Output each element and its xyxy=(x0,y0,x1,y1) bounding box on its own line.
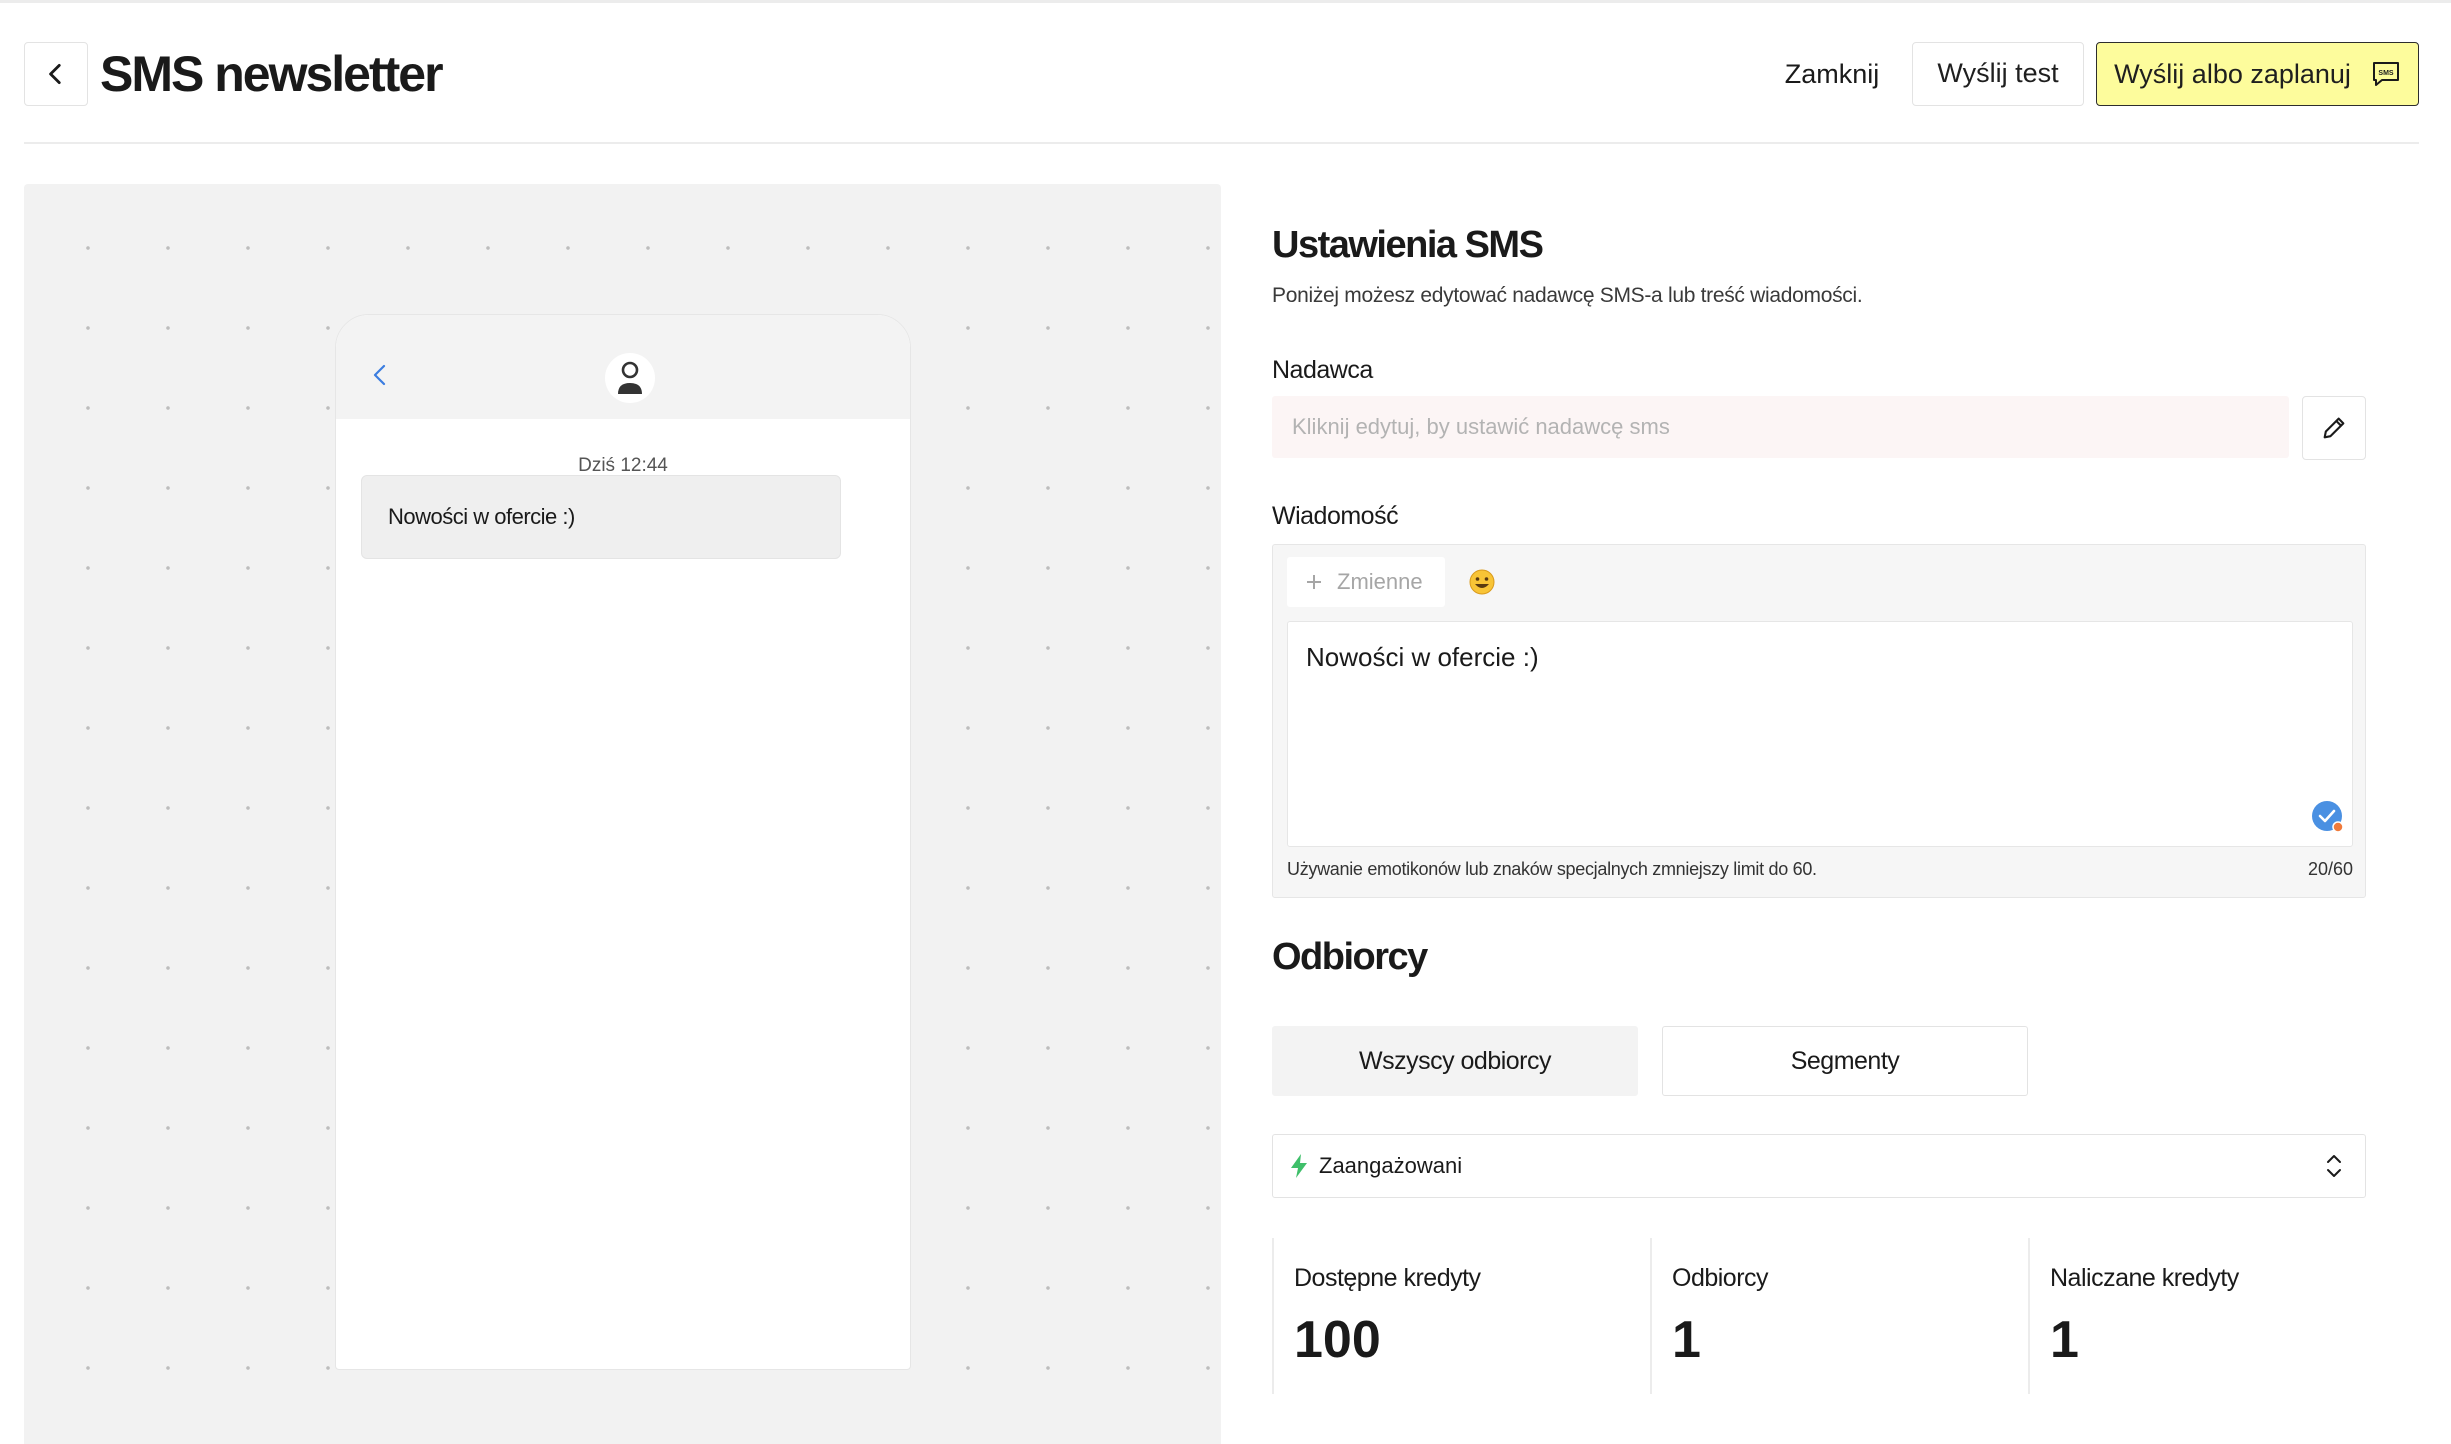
send-or-schedule-label: Wyślij albo zaplanuj xyxy=(2114,58,2351,89)
user-icon xyxy=(618,361,642,394)
sms-chat-icon: SMS xyxy=(2372,62,2399,86)
character-limit-hint: Używanie emotikonów lub znaków specjalny… xyxy=(1287,859,1817,879)
message-label: Wiadomość xyxy=(1272,502,1399,530)
stat-value: 100 xyxy=(1294,1311,1381,1369)
edit-sender-button[interactable] xyxy=(2302,396,2366,460)
settings-heading: Ustawienia SMS xyxy=(1272,224,1544,266)
stat-recipients: Odbiorcy 1 xyxy=(1650,1238,2028,1394)
svg-text:SMS: SMS xyxy=(2378,70,2394,77)
tab-all-recipients[interactable]: Wszyscy odbiorcy xyxy=(1272,1026,1638,1096)
selected-segment: Zaangażowani xyxy=(1319,1153,1463,1178)
variables-button[interactable]: Zmienne xyxy=(1287,557,1445,607)
send-test-button[interactable]: Wyślij test xyxy=(1912,42,2084,106)
stat-available-credits: Dostępne kredyty 100 xyxy=(1272,1238,1650,1394)
recipients-heading: Odbiorcy xyxy=(1272,936,1428,978)
page-title: SMS newsletter xyxy=(100,46,444,102)
lightning-icon xyxy=(1291,1154,1307,1178)
stat-value: 1 xyxy=(1672,1311,1701,1369)
contact-avatar xyxy=(605,353,655,403)
stat-label: Odbiorcy xyxy=(1672,1264,1769,1292)
plus-icon xyxy=(1307,575,1321,589)
stat-label: Naliczane kredyty xyxy=(2050,1264,2239,1292)
stat-label: Dostępne kredyty xyxy=(1294,1264,1481,1292)
sms-preview-panel: Dziś 12:44 Nowości w ofercie :) xyxy=(24,184,1221,1444)
settings-description: Poniżej możesz edytować nadawcę SMS-a lu… xyxy=(1272,284,1863,307)
message-bubble: Nowości w ofercie :) xyxy=(361,475,841,559)
top-border xyxy=(0,0,2451,3)
variables-label: Zmienne xyxy=(1337,569,1423,594)
stat-charged-credits: Naliczane kredyty 1 xyxy=(2028,1238,2406,1394)
chevron-up-down-icon xyxy=(2327,1155,2341,1177)
send-or-schedule-button[interactable]: Wyślij albo zaplanuj SMS xyxy=(2096,42,2419,106)
emoji-icon xyxy=(1469,569,1495,595)
stat-value: 1 xyxy=(2050,1311,2079,1369)
tab-segments[interactable]: Segmenty xyxy=(1662,1026,2028,1096)
sender-label: Nadawca xyxy=(1272,356,1373,384)
segment-select[interactable]: Zaangażowani xyxy=(1272,1134,2366,1198)
close-button[interactable]: Zamknij xyxy=(1752,42,1912,106)
message-editor: Zmienne Nowości w ofercie :) Używanie em… xyxy=(1272,544,2366,898)
chevron-left-icon xyxy=(49,63,61,85)
pencil-icon xyxy=(2323,417,2345,439)
message-timestamp: Dziś 12:44 xyxy=(578,455,668,476)
page-header: SMS newsletter Zamknij Wyślij test Wyśli… xyxy=(24,38,2419,110)
sender-input[interactable] xyxy=(1272,396,2289,458)
emoji-picker-button[interactable] xyxy=(1457,557,1507,607)
phone-mockup: Dziś 12:44 Nowości w ofercie :) xyxy=(335,314,911,1370)
character-count: 20/60 xyxy=(2307,859,2353,879)
back-button[interactable] xyxy=(24,42,88,106)
header-divider xyxy=(24,142,2419,144)
credit-stats: Dostępne kredyty 100 Odbiorcy 1 Naliczan… xyxy=(1272,1238,2366,1394)
check-badge-icon xyxy=(2312,801,2344,833)
message-textarea[interactable]: Nowości w ofercie :) xyxy=(1287,621,2353,847)
phone-back-icon[interactable] xyxy=(370,363,390,392)
